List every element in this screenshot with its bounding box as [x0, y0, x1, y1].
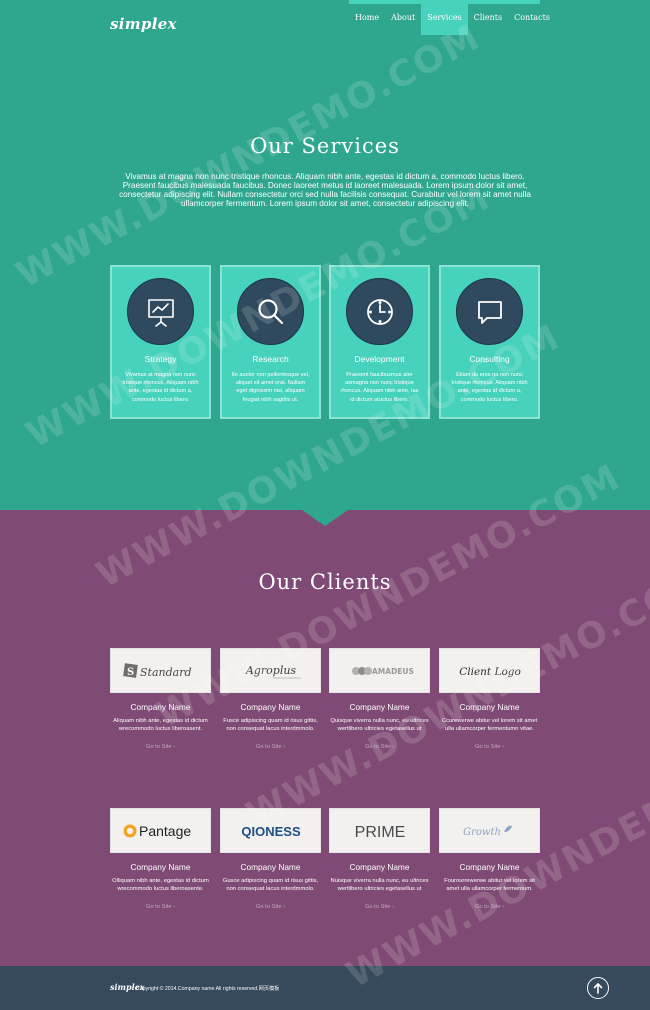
- client-name: Company Name: [240, 862, 301, 872]
- client-desc: Nuisque viverra nulla nunc, eu ultrices …: [330, 878, 429, 893]
- service-name: Consulting: [469, 354, 510, 364]
- go-to-site-link[interactable]: Go to Site ›: [439, 744, 540, 750]
- client-logo-text: Agroplus: [244, 664, 296, 677]
- footer: simplex Copyright © 2014.Company name Al…: [0, 966, 650, 1010]
- client-name: Company Name: [459, 862, 520, 872]
- presentation-chart-icon: [127, 278, 194, 345]
- footer-copyright: Copyright © 2014.Company name All rights…: [136, 986, 280, 992]
- go-to-site-link[interactable]: Go to Site ›: [110, 904, 211, 910]
- section-divider-notch: [302, 510, 348, 526]
- client-logo-pantage[interactable]: Pantage: [110, 808, 211, 853]
- client-card: Client Logo Company Name Ccurewerwe abit…: [439, 648, 540, 750]
- logo[interactable]: simplex: [110, 15, 177, 33]
- go-to-site-link[interactable]: Go to Site ›: [220, 744, 321, 750]
- client-desc: Ccurewerwe abitur vel lorem sit amet ull…: [441, 718, 538, 733]
- client-desc: Fusce adipiscing quam id risus gittis, n…: [223, 718, 318, 733]
- go-to-site-link[interactable]: Go to Site ›: [220, 904, 321, 910]
- client-name: Company Name: [349, 862, 410, 872]
- client-logo-standard[interactable]: S Standard: [110, 648, 211, 693]
- service-card-development[interactable]: Development Praesent faucibusmus ater as…: [329, 265, 430, 419]
- arrow-up-circle-icon[interactable]: [587, 977, 609, 999]
- client-card: QIONESS Company Name Gusce adipiscing qu…: [220, 808, 321, 910]
- service-card-research[interactable]: Research Ite auctor non pellentesque vel…: [220, 265, 321, 419]
- client-logo-text: Pantage: [139, 823, 191, 839]
- client-name: Company Name: [130, 702, 191, 712]
- service-name: Development: [354, 354, 405, 364]
- client-logo-text: AMADEUS: [372, 667, 414, 676]
- client-logo-growth[interactable]: Growth: [439, 808, 540, 853]
- client-card: Agroplus Company Name Fusce adipiscing q…: [220, 648, 321, 750]
- client-name: Company Name: [459, 702, 520, 712]
- client-card: PRIME Company Name Nuisque viverra nulla…: [329, 808, 430, 910]
- service-name: Research: [252, 354, 289, 364]
- client-card: S Standard Company Name Aliquam nibh ant…: [110, 648, 211, 750]
- client-desc: Fourourrewerwe abitur vel lorem sit amet…: [444, 878, 535, 893]
- svg-text:S: S: [127, 667, 134, 678]
- nav-contacts[interactable]: Contacts: [508, 0, 556, 35]
- client-logo-text: PRIME: [354, 824, 405, 841]
- service-desc: Praesent faucibusmus ater asmagna non nu…: [340, 372, 419, 403]
- service-desc: Etiam du eros na non nunc tristique rhon…: [451, 372, 528, 403]
- client-logo-agroplus[interactable]: Agroplus: [220, 648, 321, 693]
- client-logo-text: Growth: [463, 827, 501, 838]
- client-card: Growth Company Name Fourourrewerwe abitu…: [439, 808, 540, 910]
- go-to-site-link[interactable]: Go to Site ›: [329, 904, 430, 910]
- clients-title: Our Clients: [258, 570, 392, 594]
- service-name: Strategy: [144, 354, 177, 364]
- speech-bubble-icon: [456, 278, 523, 345]
- client-desc: Olliquam nibh ante, egestas id dictum wr…: [112, 878, 209, 893]
- client-logo-text: Client Logo: [459, 666, 521, 678]
- go-to-site-link[interactable]: Go to Site ›: [110, 744, 211, 750]
- client-logo-qioness[interactable]: QIONESS: [220, 808, 321, 853]
- service-desc: Ite auctor non pellentesque vel, aliquet…: [231, 372, 310, 403]
- main-nav: Home About Services Clients Contacts: [349, 0, 556, 35]
- client-logo-text: QIONESS: [241, 824, 301, 839]
- client-desc: Gusce adipiscing quam id risus gittis, n…: [222, 878, 319, 893]
- client-name: Company Name: [240, 702, 301, 712]
- go-to-site-link[interactable]: Go to Site ›: [329, 744, 430, 750]
- services-section: simplex Home About Services Clients Cont…: [0, 0, 650, 510]
- clock-icon: [346, 278, 413, 345]
- client-logo-prime[interactable]: PRIME: [329, 808, 430, 853]
- client-desc: Quisque viverra nulla nunc, eu ultrices …: [330, 718, 429, 733]
- nav-clients[interactable]: Clients: [468, 0, 508, 35]
- service-card-consulting[interactable]: Consulting Etiam du eros na non nunc tri…: [439, 265, 540, 419]
- client-name: Company Name: [349, 702, 410, 712]
- services-title: Our Services: [250, 134, 400, 158]
- services-intro: Vivamus at magna non nunc tristique rhon…: [119, 172, 531, 208]
- nav-services[interactable]: Services: [421, 0, 468, 35]
- nav-about[interactable]: About: [385, 0, 421, 35]
- nav-home[interactable]: Home: [349, 0, 385, 35]
- magnifier-icon: [237, 278, 304, 345]
- client-logo-text: Standard: [140, 666, 192, 679]
- client-name: Company Name: [130, 862, 191, 872]
- client-logo-amadeus[interactable]: AMADEUS: [329, 648, 430, 693]
- client-logo-client-logo[interactable]: Client Logo: [439, 648, 540, 693]
- client-card: AMADEUS Company Name Quisque viverra nul…: [329, 648, 430, 750]
- client-card: Pantage Company Name Olliquam nibh ante,…: [110, 808, 211, 910]
- service-desc: Vivamus at magna non nunc tristique rhon…: [122, 372, 199, 403]
- client-desc: Aliquam nibh ante, egestas id dictum wre…: [113, 718, 208, 733]
- service-card-strategy[interactable]: Strategy Vivamus at magna non nunc trist…: [110, 265, 211, 419]
- go-to-site-link[interactable]: Go to Site ›: [439, 904, 540, 910]
